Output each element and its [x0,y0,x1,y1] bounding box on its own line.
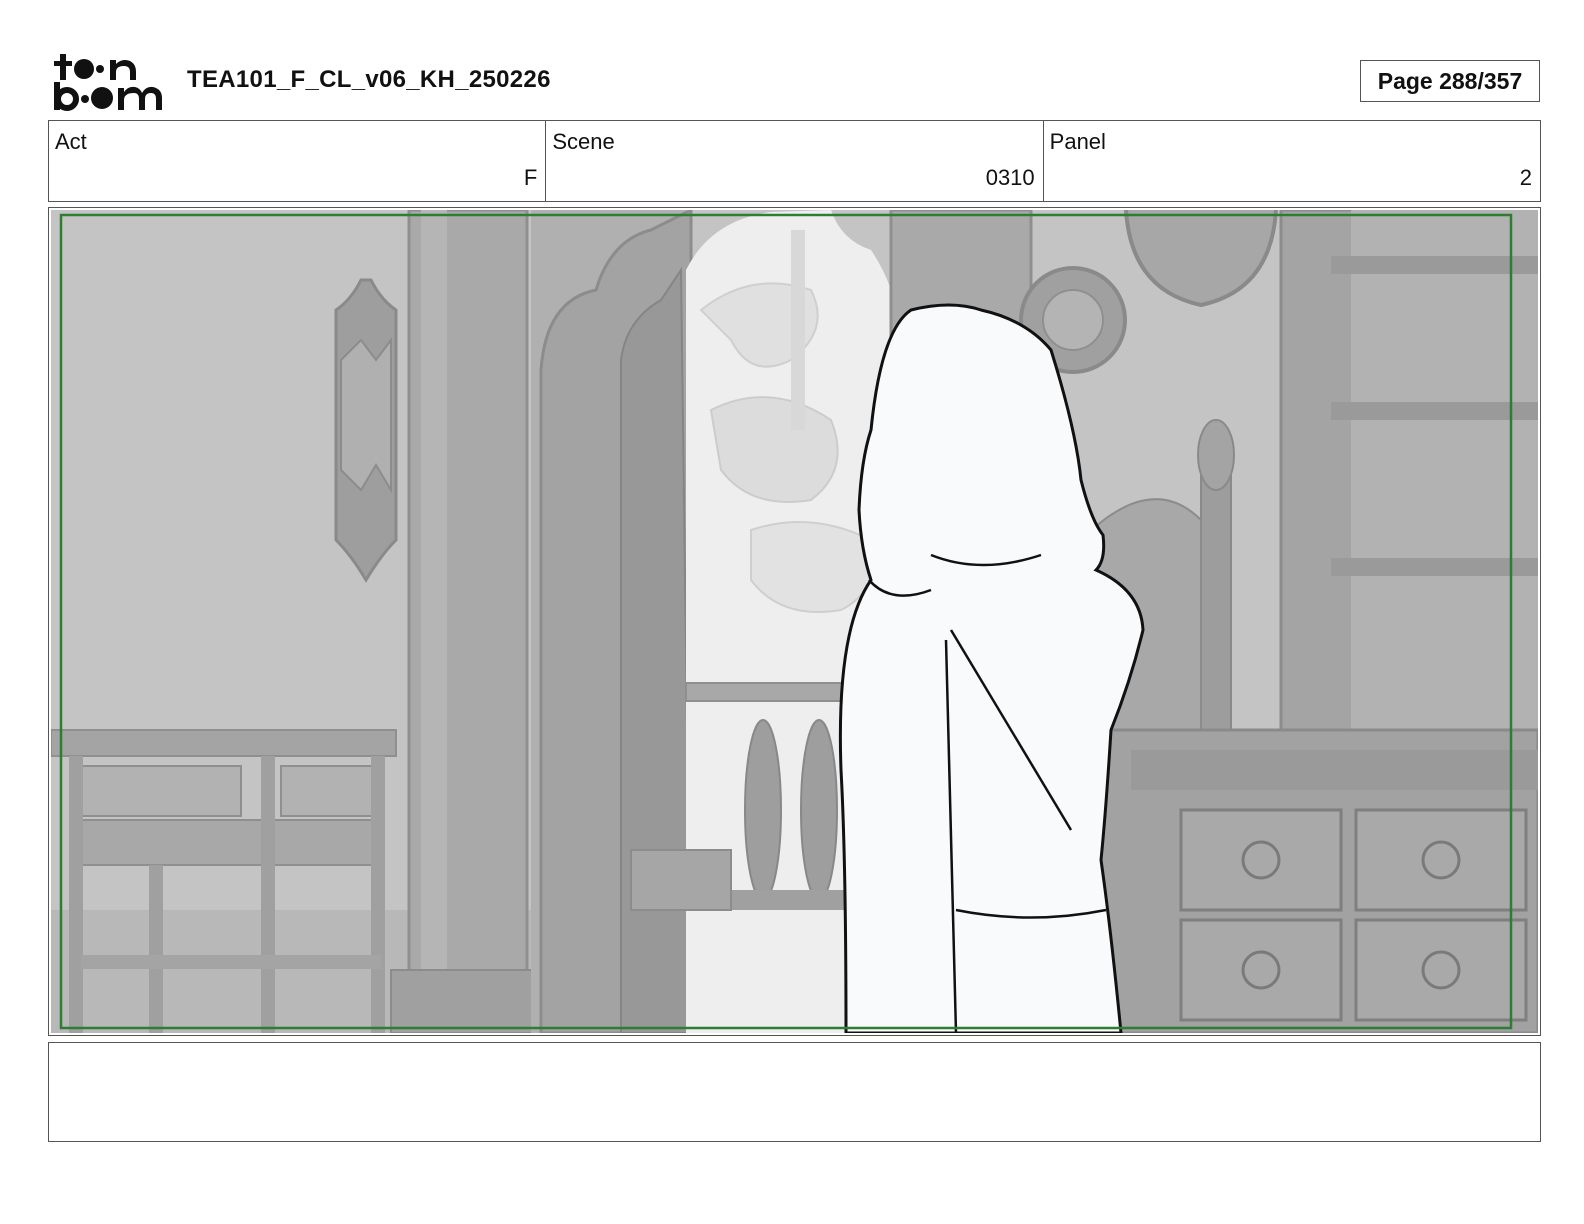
page-indicator: Page 288/357 [1360,60,1540,102]
scene-cell: Scene 0310 [546,121,1044,201]
act-cell: Act F [49,121,547,201]
storyboard-panel [48,207,1541,1036]
document-title: TEA101_F_CL_v06_KH_250226 [187,66,551,93]
scene-label: Scene [552,129,615,154]
notes-box[interactable] [48,1042,1541,1142]
scene-value: 0310 [985,165,1035,190]
panel-value: 2 [1519,165,1532,190]
toonboom-logo-icon [54,54,162,111]
toonboom-logo [52,52,164,112]
info-table: Act F Scene 0310 Panel 2 [48,120,1541,202]
panel-label: Panel [1049,129,1106,154]
panel-cell: Panel 2 [1044,121,1540,201]
act-label: Act [55,129,87,154]
storyboard-drawing [51,210,1538,1033]
act-value: F [523,165,538,190]
